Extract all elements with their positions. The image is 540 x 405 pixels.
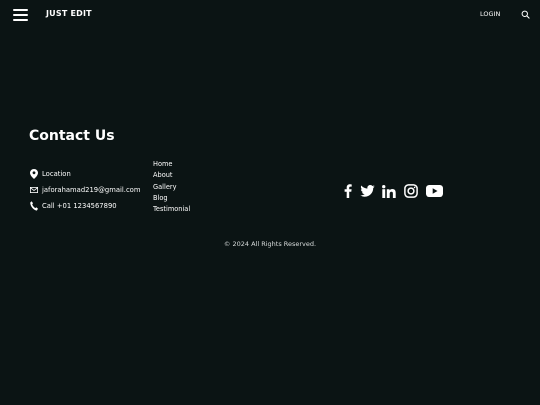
link-gallery[interactable]: Gallery [153, 182, 190, 193]
brand-logo[interactable]: JUST EDIT [46, 9, 92, 18]
contact-title: Contact Us [29, 128, 115, 144]
facebook-icon[interactable] [342, 184, 354, 198]
map-pin-icon [29, 169, 39, 179]
email-row: jaforahamad219@gmail.com [29, 185, 140, 195]
link-testimonial[interactable]: Testimonial [153, 204, 190, 215]
twitter-icon[interactable] [359, 184, 375, 198]
copyright-text: © 2024 All Rights Reserved. [223, 240, 317, 248]
link-home[interactable]: Home [153, 159, 190, 170]
phone-text[interactable]: Call +01 1234567890 [42, 202, 117, 210]
footer-links: Home About Gallery Blog Testimonial [153, 159, 190, 215]
youtube-icon[interactable] [425, 184, 443, 198]
search-icon[interactable] [521, 10, 530, 19]
email-text[interactable]: jaforahamad219@gmail.com [42, 186, 140, 194]
link-about[interactable]: About [153, 170, 190, 181]
linkedin-icon[interactable] [381, 184, 396, 198]
phone-icon [29, 201, 39, 211]
instagram-icon[interactable] [403, 184, 418, 198]
phone-row: Call +01 1234567890 [29, 201, 117, 211]
login-link[interactable]: LOGIN [480, 10, 500, 18]
envelope-icon [29, 185, 39, 195]
hamburger-menu-icon[interactable] [13, 9, 28, 21]
location-row: Location [29, 169, 71, 179]
location-text: Location [42, 170, 71, 178]
link-blog[interactable]: Blog [153, 193, 190, 204]
